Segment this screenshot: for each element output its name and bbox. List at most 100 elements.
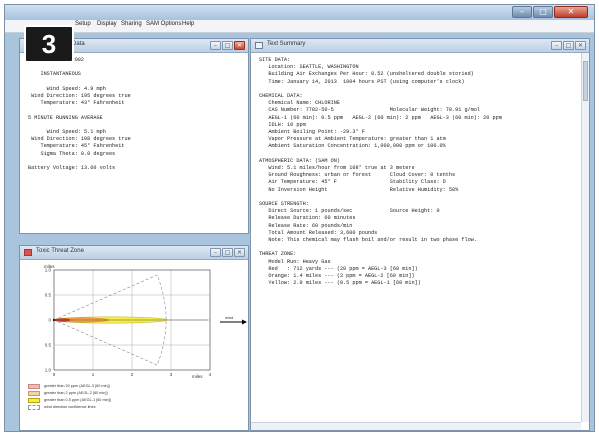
threat-minimize-button[interactable]: – bbox=[210, 248, 221, 257]
summary-maximize-button[interactable]: □ bbox=[563, 41, 574, 50]
summary-line bbox=[259, 244, 502, 251]
legend-label: wind direction confidence lines bbox=[44, 405, 96, 409]
summary-line: Total Amount Released: 3,600 pounds bbox=[259, 229, 378, 236]
y-tick-label: 0 bbox=[48, 318, 51, 323]
legend-swatch bbox=[28, 384, 40, 389]
summary-line: THREAT ZONE: bbox=[259, 251, 297, 258]
y-tick-label: 1.0 bbox=[45, 368, 52, 373]
legend-swatch bbox=[28, 405, 40, 410]
x-axis-unit: miles bbox=[192, 374, 203, 379]
summary-line: ATMOSPHERIC DATA: (SAM ON) bbox=[259, 157, 340, 164]
legend-swatch bbox=[28, 398, 40, 403]
summary-line: Release Duration: 60 minutes bbox=[259, 215, 356, 222]
menu-help[interactable]: Help bbox=[182, 21, 194, 27]
site-data-line: Wind Speed: 5.1 mph bbox=[28, 129, 106, 136]
site-data-line: Wind Direction: 108 degrees true bbox=[28, 136, 131, 143]
y-tick-label: 0.5 bbox=[45, 343, 52, 348]
step-number-badge: 3 bbox=[24, 25, 74, 63]
close-button[interactable]: ✕ bbox=[554, 6, 588, 18]
x-tick-label: 4 bbox=[209, 372, 212, 377]
x-tick-label: 3 bbox=[170, 372, 173, 377]
site-data-line: Temperature: 43° Fahrenheit bbox=[28, 100, 125, 107]
threat-zone-window[interactable]: Toxic Threat Zone – □ ✕ miles miles 1.0 0… bbox=[19, 245, 249, 431]
site-data-line: 5 MINUTE RUNNING AVERAGE bbox=[28, 114, 103, 121]
text-summary-title: Text Summary bbox=[267, 41, 306, 47]
summary-line: CHEMICAL DATA: bbox=[259, 93, 303, 100]
threat-zone-plot: miles miles 1.00.500.51.00 1 2 3 4 wind bbox=[44, 264, 247, 379]
summary-line: Ground Roughness: urban or forest Cloud … bbox=[259, 172, 456, 179]
site-data-line: INSTANTANEOUS bbox=[28, 71, 81, 78]
summary-line: Red : 712 yards --- (20 ppm = AEGL-3 [60… bbox=[259, 265, 418, 272]
threat-window-controls: – □ ✕ bbox=[209, 248, 245, 257]
threat-zone-title: Toxic Threat Zone bbox=[36, 248, 84, 254]
summary-line bbox=[259, 86, 502, 93]
document-icon bbox=[255, 42, 263, 49]
summary-line: No Inversion Height Relative Humidity: 5… bbox=[259, 186, 459, 193]
site-data-line bbox=[28, 64, 131, 71]
summary-minimize-button[interactable]: – bbox=[551, 41, 562, 50]
app-titlebar: – □ ✕ bbox=[5, 5, 594, 20]
menu-sam-options[interactable]: SAM Options bbox=[146, 21, 181, 27]
summary-line bbox=[259, 151, 502, 158]
threat-zone-titlebar[interactable]: Toxic Threat Zone – □ ✕ bbox=[20, 246, 248, 260]
summary-line: Release Rate: 60 pounds/min bbox=[259, 222, 353, 229]
summary-line: Chemical Name: CHLORINE bbox=[259, 100, 340, 107]
menu-sharing[interactable]: Sharing bbox=[121, 21, 142, 27]
wind-arrow: wind bbox=[220, 315, 247, 325]
threat-maximize-button[interactable]: □ bbox=[222, 248, 233, 257]
text-summary-content: SITE DATA: Location: SEATTLE, WASHINGTON… bbox=[259, 57, 502, 288]
legend-label: greater than 0.5 ppm (AEGL-1 [60 min]) bbox=[44, 398, 111, 402]
x-tick-label: 0 bbox=[53, 372, 56, 377]
site-data-text: d Station ID: 2002 INSTANTANEOUS Wind Sp… bbox=[28, 57, 131, 172]
vertical-scrollbar[interactable] bbox=[581, 53, 589, 422]
summary-line: AEGL-1 (60 min): 0.5 ppm AEGL-2 (60 min)… bbox=[259, 114, 502, 121]
site-close-button[interactable]: ✕ bbox=[234, 41, 245, 50]
scrollbar-thumb[interactable] bbox=[583, 61, 588, 101]
site-window-controls: – □ ✕ bbox=[209, 41, 245, 50]
legend-swatch bbox=[28, 391, 40, 396]
wind-label: wind bbox=[225, 315, 233, 320]
site-maximize-button[interactable]: □ bbox=[222, 41, 233, 50]
maximize-button[interactable]: □ bbox=[533, 6, 553, 18]
site-data-line: Wind Speed: 4.9 mph bbox=[28, 85, 106, 92]
site-minimize-button[interactable]: – bbox=[210, 41, 221, 50]
desktop-screen: – □ ✕ Setup Display Sharing SAM Options … bbox=[4, 4, 595, 432]
legend-label: greater than 20 ppm (AEGL-3 [60 min]) bbox=[44, 384, 110, 388]
text-summary-titlebar[interactable]: Text Summary – □ ✕ bbox=[251, 39, 589, 53]
summary-line: SOURCE STRENGTH: bbox=[259, 201, 309, 208]
menu-setup[interactable]: Setup bbox=[75, 21, 91, 27]
site-data-window[interactable]: Data – □ ✕ d Station ID: 2002 INSTANTANE… bbox=[19, 38, 249, 234]
text-summary-window[interactable]: Text Summary – □ ✕ SITE DATA: Location: … bbox=[250, 38, 590, 431]
summary-line: Note: This chemical may flash boil and/o… bbox=[259, 237, 477, 244]
threat-icon bbox=[24, 249, 32, 256]
site-data-line bbox=[28, 122, 131, 129]
summary-line: SITE DATA: bbox=[259, 57, 291, 63]
summary-line: Yellow: 2.9 miles --- (0.5 ppm = AEGL-1 … bbox=[259, 280, 421, 287]
site-data-line: Sigma Theta: 0.0 degrees bbox=[28, 150, 116, 157]
summary-line: CAS Number: 7782-50-5 Molecular Weight: … bbox=[259, 107, 481, 114]
summary-line bbox=[259, 194, 502, 201]
summary-line: Vapor Pressure at Ambient Temperature: g… bbox=[259, 136, 446, 143]
x-tick-label: 2 bbox=[131, 372, 134, 377]
summary-line: Time: January 14, 2013 1004 hours PST (u… bbox=[259, 78, 465, 85]
site-data-line bbox=[28, 107, 131, 114]
summary-line: Wind: 5.1 miles/hour from 108° true at 3… bbox=[259, 165, 415, 172]
site-data-line bbox=[28, 79, 131, 86]
summary-line: Ambient Saturation Concentration: 1,000,… bbox=[259, 143, 446, 150]
x-tick-label: 1 bbox=[92, 372, 95, 377]
site-data-line: Wind Direction: 195 degrees true bbox=[28, 93, 131, 100]
minimize-button[interactable]: – bbox=[512, 6, 532, 18]
source-point bbox=[52, 318, 56, 322]
summary-line: Location: SEATTLE, WASHINGTON bbox=[259, 64, 359, 71]
summary-line: Building Air Exchanges Per Hour: 0.52 (u… bbox=[259, 71, 474, 78]
summary-close-button[interactable]: ✕ bbox=[575, 41, 586, 50]
threat-close-button[interactable]: ✕ bbox=[234, 248, 245, 257]
site-data-line: Battery Voltage: 13.60 volts bbox=[28, 165, 116, 172]
summary-line: Ambient Boiling Point: -29.3° F bbox=[259, 129, 365, 136]
menu-bar: Setup Display Sharing SAM Options Help bbox=[5, 20, 594, 33]
horizontal-scrollbar[interactable] bbox=[251, 422, 581, 430]
site-data-line bbox=[28, 158, 131, 165]
menu-display[interactable]: Display bbox=[97, 21, 117, 27]
site-data-line: Temperature: 45° Fahrenheit bbox=[28, 143, 125, 150]
summary-line: Model Run: Heavy Gas bbox=[259, 258, 331, 265]
